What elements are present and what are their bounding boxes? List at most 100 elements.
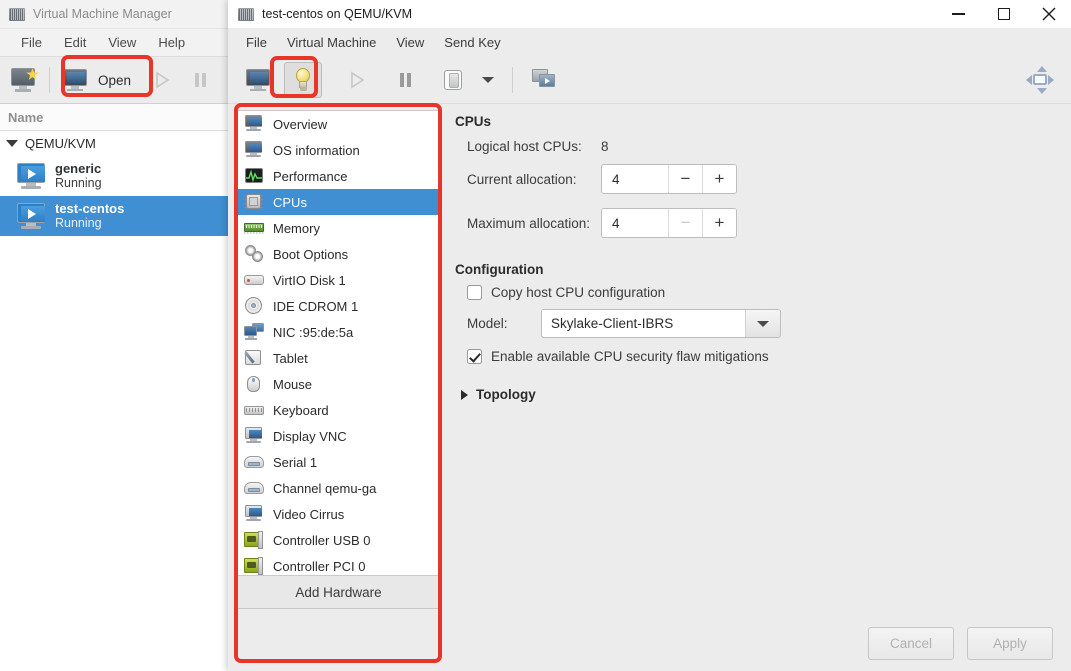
current-allocation-increment-button[interactable]: + (702, 165, 736, 193)
current-allocation-value[interactable]: 4 (602, 165, 668, 193)
run-play-icon (155, 71, 170, 89)
vmm-app-icon (9, 7, 25, 21)
mitigations-row[interactable]: Enable available CPU security flaw mitig… (453, 349, 1057, 364)
hardware-item-label: Controller USB 0 (273, 532, 371, 548)
vm-details-body: Overview OS information Performance CPUs… (228, 104, 1071, 615)
hardware-item-channel-qemu-ga[interactable]: Channel qemu-ga (237, 475, 440, 501)
window-controls (936, 0, 1071, 28)
close-button[interactable] (1026, 0, 1071, 28)
vm-shutdown-menu-button[interactable] (474, 62, 502, 98)
model-row: Model: Skylake-Client-IBRS (453, 309, 1057, 338)
cdrom-icon (244, 297, 264, 315)
toolbar-separator (512, 66, 513, 93)
hardware-list-pane: Overview OS information Performance CPUs… (236, 110, 441, 609)
keyboard-icon (244, 401, 264, 419)
maximum-allocation-row: Maximum allocation: 4 − + (453, 208, 1057, 238)
hardware-item-label: Controller PCI 0 (273, 558, 366, 574)
display-icon (244, 427, 264, 445)
close-icon (1042, 7, 1055, 21)
new-vm-button[interactable] (6, 62, 44, 98)
current-allocation-label: Current allocation: (467, 171, 577, 187)
hardware-item-virtio-disk-1[interactable]: VirtIO Disk 1 (237, 267, 440, 293)
vmm-menu-help[interactable]: Help (147, 32, 196, 53)
vm-name: generic (55, 161, 102, 176)
hardware-item-boot-options[interactable]: Boot Options (237, 241, 440, 267)
hardware-item-os-information[interactable]: OS information (237, 137, 440, 163)
vm-running-icon (16, 203, 46, 229)
topology-expander[interactable]: Topology (453, 387, 1057, 402)
hardware-item-ide-cdrom-1[interactable]: IDE CDROM 1 (237, 293, 440, 319)
vm-window-title: test-centos on QEMU/KVM (262, 7, 413, 21)
vm-menu-send-key[interactable]: Send Key (434, 32, 510, 53)
hardware-item-serial-1[interactable]: Serial 1 (237, 449, 440, 475)
new-vm-icon (11, 68, 39, 92)
vm-menu-view[interactable]: View (386, 32, 434, 53)
vmm-window-title: Virtual Machine Manager (33, 7, 172, 21)
hardware-item-label: Serial 1 (273, 454, 318, 470)
copy-host-cpu-row[interactable]: Copy host CPU configuration (453, 285, 1057, 300)
vm-menu-virtual-machine[interactable]: Virtual Machine (277, 32, 386, 53)
vmm-menu-file[interactable]: File (10, 32, 53, 53)
configuration-section-title: Configuration (455, 262, 544, 277)
mitigations-checkbox[interactable] (467, 349, 482, 364)
hardware-item-nic[interactable]: NIC :95:de:5a (237, 319, 440, 345)
serial-port-icon (244, 479, 264, 497)
maximum-allocation-increment-button[interactable]: + (702, 209, 736, 237)
copy-host-cpu-checkbox[interactable] (467, 285, 482, 300)
pause-icon (194, 73, 206, 87)
maximize-icon (997, 8, 1010, 20)
tablet-pen-icon (244, 349, 264, 367)
hardware-item-controller-usb-0[interactable]: Controller USB 0 (237, 527, 440, 553)
fullscreen-button[interactable] (1019, 62, 1061, 98)
cpu-model-dropdown[interactable]: Skylake-Client-IBRS (541, 309, 781, 338)
maximize-button[interactable] (981, 0, 1026, 28)
hardware-item-performance[interactable]: Performance (237, 163, 440, 189)
details-view-button[interactable] (284, 61, 322, 98)
hardware-item-overview[interactable]: Overview (237, 111, 440, 137)
model-label: Model: (467, 316, 508, 331)
serial-port-icon (244, 453, 264, 471)
current-allocation-stepper[interactable]: 4 − + (601, 164, 737, 194)
hardware-item-video-cirrus[interactable]: Video Cirrus (237, 501, 440, 527)
maximum-allocation-decrement-button: − (668, 209, 702, 237)
tree-group-label: QEMU/KVM (25, 136, 96, 151)
hardware-list[interactable]: Overview OS information Performance CPUs… (237, 111, 440, 575)
hardware-item-label: VirtIO Disk 1 (273, 272, 346, 288)
cpu-chip-icon (244, 193, 264, 211)
triangle-right-icon[interactable] (461, 389, 468, 400)
current-allocation-decrement-button[interactable]: − (668, 165, 702, 193)
controller-card-icon (244, 557, 264, 575)
hardware-item-memory[interactable]: Memory (237, 215, 440, 241)
hardware-item-controller-pci-0[interactable]: Controller PCI 0 (237, 553, 440, 575)
hardware-item-keyboard[interactable]: Keyboard (237, 397, 440, 423)
add-hardware-button[interactable]: Add Hardware (237, 575, 440, 608)
apply-button: Apply (967, 626, 1053, 660)
open-button[interactable]: Open (55, 63, 143, 97)
mitigations-label: Enable available CPU security flaw mitig… (491, 349, 769, 364)
display-icon (244, 505, 264, 523)
minimize-button[interactable] (936, 0, 981, 28)
vmm-run-button (143, 62, 181, 98)
open-monitor-icon (63, 69, 89, 91)
snapshots-button[interactable] (523, 62, 565, 98)
hardware-item-display-vnc[interactable]: Display VNC (237, 423, 440, 449)
lightbulb-details-icon (293, 67, 313, 92)
vmm-menu-view[interactable]: View (97, 32, 147, 53)
maximum-allocation-value[interactable]: 4 (602, 209, 668, 237)
vmm-menu-edit[interactable]: Edit (53, 32, 97, 53)
vm-state: Running (55, 216, 102, 230)
vm-toolbar (228, 56, 1071, 104)
maximum-allocation-stepper[interactable]: 4 − + (601, 208, 737, 238)
hardware-item-mouse[interactable]: Mouse (237, 371, 440, 397)
console-view-button[interactable] (238, 62, 280, 98)
toolbar-separator (49, 67, 50, 93)
hardware-item-label: Performance (273, 168, 348, 184)
vm-pause-button[interactable] (384, 62, 426, 98)
hardware-item-tablet[interactable]: Tablet (237, 345, 440, 371)
hardware-item-cpus[interactable]: CPUs (237, 189, 440, 215)
fullscreen-expand-icon (1026, 65, 1054, 94)
triangle-down-icon[interactable] (6, 140, 18, 147)
vm-menu-file[interactable]: File (236, 32, 277, 53)
vm-shutdown-button[interactable] (432, 62, 474, 98)
chevron-down-icon[interactable] (745, 310, 780, 337)
